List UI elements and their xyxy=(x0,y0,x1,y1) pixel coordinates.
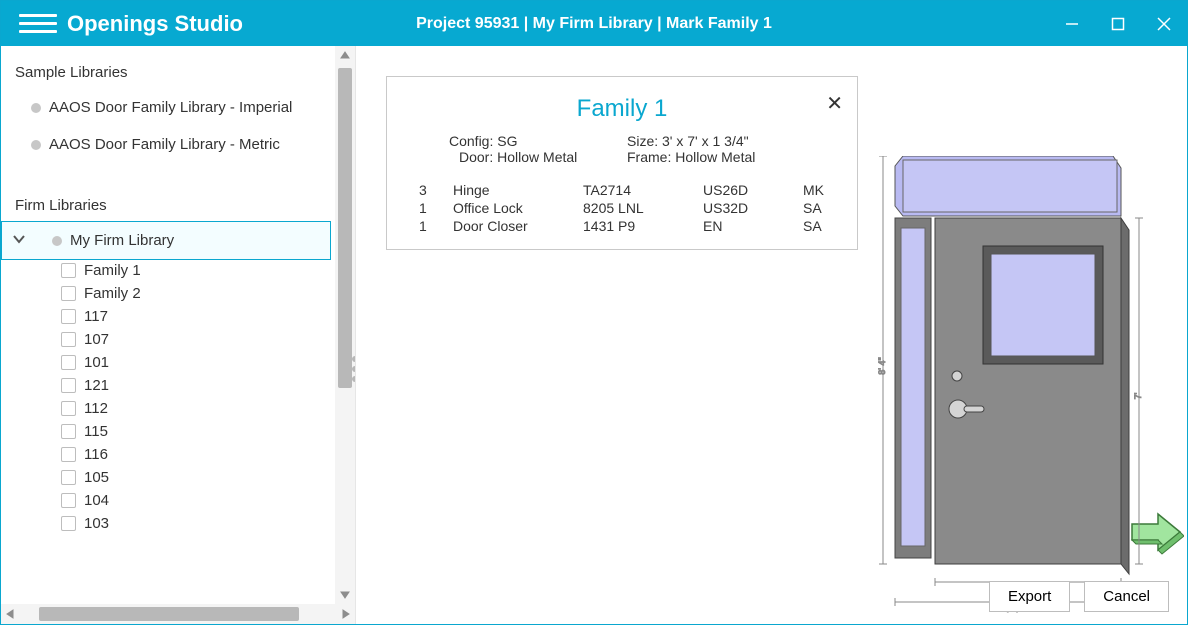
checkbox-icon[interactable] xyxy=(61,493,76,508)
family-child-item[interactable]: 103 xyxy=(61,512,335,535)
maximize-button[interactable] xyxy=(1095,1,1141,46)
scroll-track[interactable] xyxy=(19,604,337,624)
scroll-right-icon[interactable] xyxy=(337,604,355,624)
export-button[interactable]: Export xyxy=(989,581,1070,612)
menu-icon[interactable] xyxy=(19,9,57,39)
vertical-scrollbar[interactable] xyxy=(335,46,355,604)
chevron-down-icon[interactable] xyxy=(12,232,26,250)
horizontal-scrollbar[interactable] xyxy=(1,604,355,624)
family-child-item[interactable]: 105 xyxy=(61,466,335,489)
config-row: Config: SG xyxy=(449,133,627,149)
family-child-item[interactable]: 121 xyxy=(61,374,335,397)
scroll-up-icon[interactable] xyxy=(335,46,355,64)
checkbox-icon[interactable] xyxy=(61,470,76,485)
library-label: My Firm Library xyxy=(70,232,174,249)
size-row: Size: 3' x 7' x 1 3/4" xyxy=(627,133,805,149)
family-child-item[interactable]: 112 xyxy=(61,397,335,420)
child-label: 112 xyxy=(84,400,108,417)
firm-library-item-selected[interactable]: My Firm Library xyxy=(1,221,331,260)
checkbox-icon[interactable] xyxy=(61,286,76,301)
checkbox-icon[interactable] xyxy=(61,447,76,462)
child-label: Family 2 xyxy=(84,285,141,302)
hardware-row: 1Door Closer1431 P9ENSA xyxy=(409,217,835,235)
scroll-down-icon[interactable] xyxy=(335,586,355,604)
child-label: 105 xyxy=(84,469,109,486)
checkbox-icon[interactable] xyxy=(61,424,76,439)
child-label: Family 1 xyxy=(84,262,141,279)
child-label: 115 xyxy=(84,423,108,440)
checkbox-icon[interactable] xyxy=(61,516,76,531)
library-tree[interactable]: Sample Libraries AAOS Door Family Librar… xyxy=(1,46,335,604)
section-firm-libraries: Firm Libraries xyxy=(1,189,335,222)
scroll-thumb[interactable] xyxy=(39,607,299,621)
project-title: Project 95931 | My Firm Library | Mark F… xyxy=(416,15,772,33)
splitter-grip-icon[interactable] xyxy=(352,356,355,382)
close-button[interactable] xyxy=(1141,1,1187,46)
checkbox-icon[interactable] xyxy=(61,309,76,324)
dialog-buttons: Export Cancel xyxy=(989,581,1169,612)
checkbox-icon[interactable] xyxy=(61,401,76,416)
door-preview: 8' 4" 7' 3' 4' 4" xyxy=(873,156,1153,626)
child-label: 107 xyxy=(84,331,109,348)
family-child-item[interactable]: 117 xyxy=(61,305,335,328)
family-child-item[interactable]: Family 1 xyxy=(61,259,335,282)
sample-library-item[interactable]: AAOS Door Family Library - Metric xyxy=(1,126,335,163)
close-icon[interactable]: ✕ xyxy=(826,91,843,116)
family-child-item[interactable]: 107 xyxy=(61,328,335,351)
window: Openings Studio Project 95931 | My Firm … xyxy=(0,0,1188,625)
sample-library-item[interactable]: AAOS Door Family Library - Imperial xyxy=(1,89,335,126)
child-label: 117 xyxy=(84,308,108,325)
hardware-table: 3HingeTA2714US26DMK1Office Lock8205 LNLU… xyxy=(409,171,835,235)
bullet-icon xyxy=(31,140,41,150)
family-child-item[interactable]: 115 xyxy=(61,420,335,443)
family-title: Family 1 xyxy=(409,95,835,123)
family-child-item[interactable]: 116 xyxy=(61,443,335,466)
family-child-item[interactable]: 104 xyxy=(61,489,335,512)
checkbox-icon[interactable] xyxy=(61,332,76,347)
family-child-item[interactable]: Family 2 xyxy=(61,282,335,305)
scroll-thumb[interactable] xyxy=(338,68,352,388)
family-info-card: ✕ Family 1 Config: SG Size: 3' x 7' x 1 … xyxy=(386,76,858,250)
cancel-button[interactable]: Cancel xyxy=(1084,581,1169,612)
hardware-row: 1Office Lock8205 LNLUS32DSA xyxy=(409,199,835,217)
svg-text:7': 7' xyxy=(1133,392,1143,399)
scroll-left-icon[interactable] xyxy=(1,604,19,624)
main-panel: ✕ Family 1 Config: SG Size: 3' x 7' x 1 … xyxy=(356,46,1187,624)
door-row: Door: Hollow Metal xyxy=(449,149,627,165)
child-label: 103 xyxy=(84,515,109,532)
library-label: AAOS Door Family Library - Metric xyxy=(49,136,280,153)
svg-text:8' 4": 8' 4" xyxy=(877,357,887,374)
sidebar: Sample Libraries AAOS Door Family Librar… xyxy=(1,46,356,624)
hardware-row: 3HingeTA2714US26DMK xyxy=(409,181,835,199)
library-label: AAOS Door Family Library - Imperial xyxy=(49,99,292,116)
titlebar: Openings Studio Project 95931 | My Firm … xyxy=(1,1,1187,46)
family-child-item[interactable]: 101 xyxy=(61,351,335,374)
checkbox-icon[interactable] xyxy=(61,355,76,370)
window-controls xyxy=(1049,1,1187,46)
checkbox-icon[interactable] xyxy=(61,263,76,278)
child-label: 104 xyxy=(84,492,109,509)
minimize-button[interactable] xyxy=(1049,1,1095,46)
scroll-track[interactable] xyxy=(335,64,355,586)
frame-row: Frame: Hollow Metal xyxy=(627,149,805,165)
child-label: 116 xyxy=(84,446,108,463)
app-title: Openings Studio xyxy=(67,11,243,37)
checkbox-icon[interactable] xyxy=(61,378,76,393)
child-label: 121 xyxy=(84,377,109,394)
bullet-icon xyxy=(31,103,41,113)
bullet-icon xyxy=(52,236,62,246)
child-label: 101 xyxy=(84,354,109,371)
section-sample-libraries: Sample Libraries xyxy=(1,56,335,89)
